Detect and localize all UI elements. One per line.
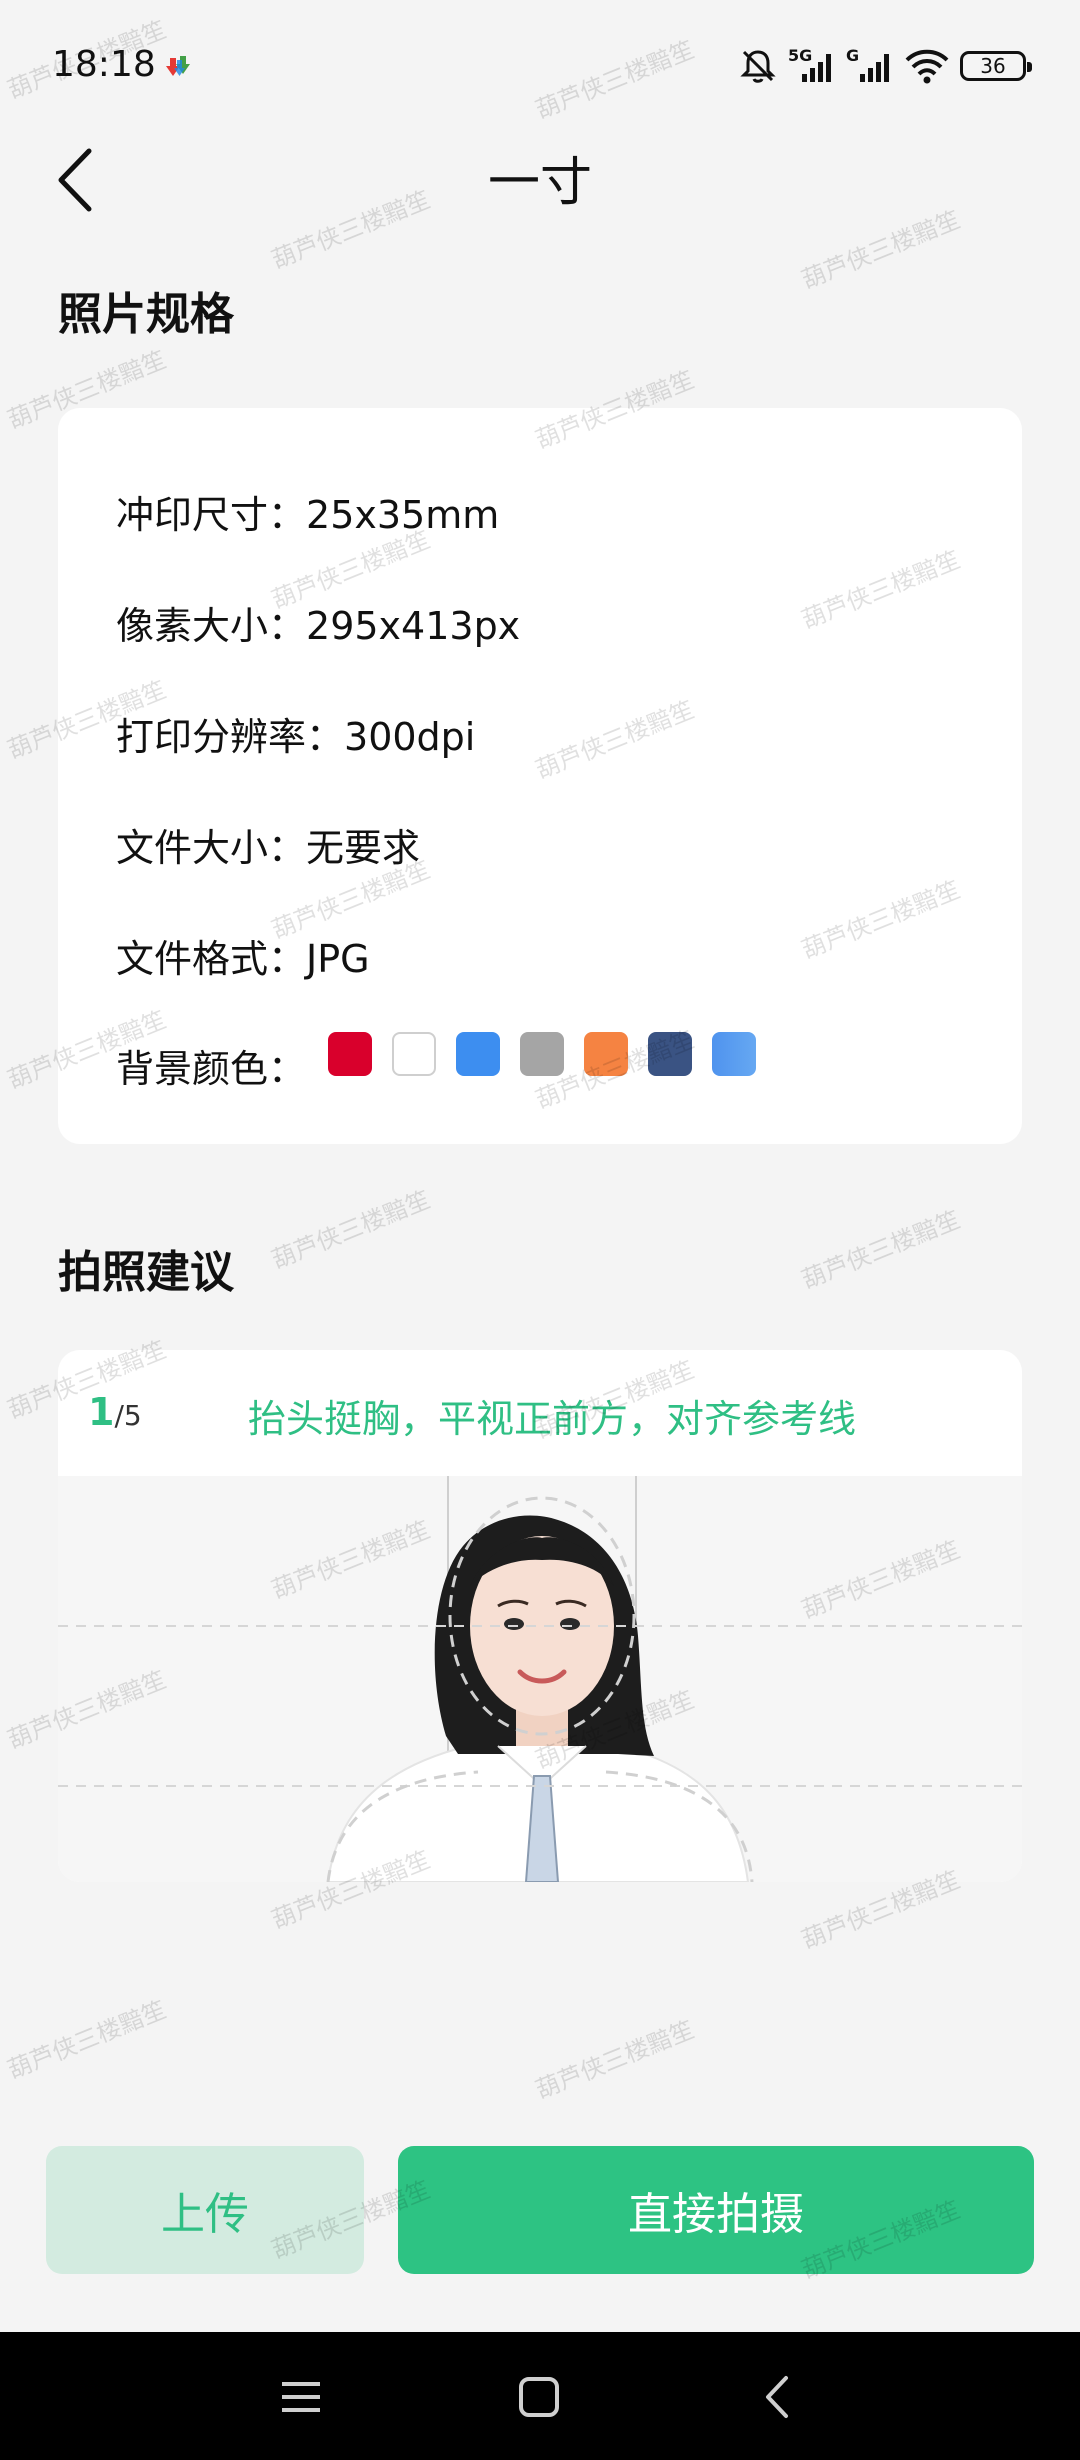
signal-5g-icon: 5G [788,46,836,86]
watermark: 葫芦侠三楼黯笙 [3,1995,171,2085]
watermark: 葫芦侠三楼黯笙 [531,2015,699,2105]
spec-label: 文件大小： [116,826,307,870]
example-portrait-photo [58,1476,1022,1882]
spec-card: 冲印尺寸：25x35mm 像素大小：295x413px 打印分辨率：300dpi… [58,408,1022,1144]
tips-text: 抬头挺胸，平视正前方，对齐参考线 [248,1397,857,1441]
swatch-blue[interactable] [456,1032,500,1076]
tips-counter-current: 1 [88,1390,115,1434]
spec-label: 文件格式： [116,937,307,981]
tips-counter: 1/5 [88,1390,142,1434]
swatch-red[interactable] [328,1032,372,1076]
swatch-gray[interactable] [520,1032,564,1076]
tips-card[interactable]: 1/5 抬头挺胸，平视正前方，对齐参考线 [58,1350,1022,1882]
take-photo-button[interactable]: 直接拍摄 [398,2146,1034,2274]
wifi-icon [905,49,949,84]
tips-counter-total: /5 [114,1399,142,1432]
spec-row-file-size: 文件大小：无要求 [116,817,420,872]
background-color-label: 背景颜色： [116,1047,307,1091]
spec-row-file-format: 文件格式：JPG [116,928,370,983]
spec-row-print-size: 冲印尺寸：25x35mm [116,484,499,539]
spec-value: JPG [306,937,370,981]
tips-section-title: 拍照建议 [58,1247,234,1298]
home-icon[interactable] [516,2374,562,2420]
menu-icon[interactable] [278,2374,324,2420]
spec-label: 像素大小： [116,604,307,648]
spec-row-pixel-size: 像素大小：295x413px [116,595,520,650]
spec-value: 无要求 [306,826,421,870]
spec-value: 300dpi [344,715,476,759]
watermark: 葫芦侠三楼黯笙 [797,1205,965,1295]
upload-button[interactable]: 上传 [46,2146,364,2274]
spec-label: 冲印尺寸： [116,493,307,537]
spec-row-background: 背景颜色： [116,1038,306,1093]
status-icons: 5G G 36 [738,44,1032,88]
signal-g-icon: G [846,46,894,86]
swatch-orange[interactable] [584,1032,628,1076]
swatch-white[interactable] [392,1032,436,1076]
watermark-overlay: 葫芦侠三楼黯笙 葫芦侠三楼黯笙 葫芦侠三楼黯笙 葫芦侠三楼黯笙 葫芦侠三楼黯笙 … [0,0,1080,2460]
battery-icon: 36 [960,51,1032,81]
system-navigation-bar [0,2332,1080,2460]
swatch-gradient-blue[interactable] [712,1032,756,1076]
nav-header: 一寸 [0,120,1080,240]
download-app-icon [166,52,194,80]
swatch-navy[interactable] [648,1032,692,1076]
page-title: 一寸 [487,153,592,213]
spec-value: 25x35mm [306,493,500,537]
back-nav-icon[interactable] [756,2374,802,2420]
spec-section-title: 照片规格 [58,289,234,340]
spec-label: 打印分辨率： [116,715,345,759]
spec-value: 295x413px [306,604,521,648]
watermark: 葫芦侠三楼黯笙 [267,1185,435,1275]
spec-row-resolution: 打印分辨率：300dpi [116,706,475,761]
silent-bell-icon [740,50,776,83]
status-time: 18:18 [52,44,156,85]
status-bar: 18:18 5G G 36 [0,0,1080,130]
background-color-swatches [328,1032,756,1076]
